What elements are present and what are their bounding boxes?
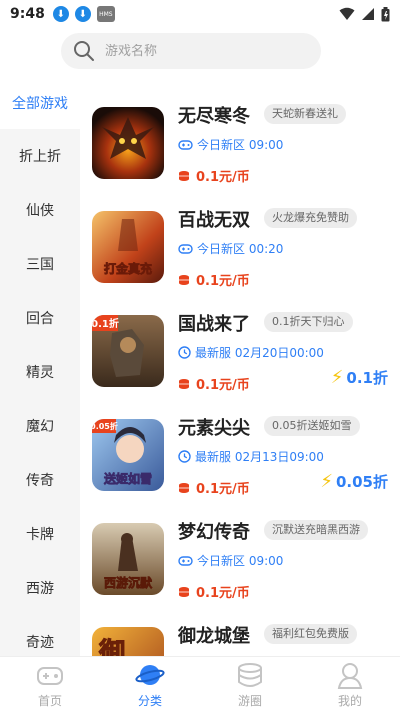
- search-input[interactable]: [105, 43, 295, 59]
- game-price: 0.1元/币: [178, 374, 250, 393]
- discount-label: ⚡ 0.1折: [330, 367, 388, 388]
- clock-icon: [178, 450, 191, 463]
- game-name: 御龙城堡: [178, 626, 250, 647]
- sidebar-item-spirit[interactable]: 精灵: [0, 345, 80, 399]
- game-thumbnail: 御: [92, 627, 164, 656]
- game-item[interactable]: 御 御龙城堡 福利红包免费版: [80, 612, 400, 656]
- search-bar[interactable]: [61, 33, 321, 69]
- game-item[interactable]: 无尽寒冬 天蛇新春送礼 今日新区 09:00 0.1元/币: [80, 92, 400, 196]
- planet-icon: [135, 664, 165, 685]
- thumb-corner: 0.05折: [92, 421, 118, 431]
- game-tag: 0.05折送姬如雪: [264, 416, 360, 436]
- game-price: 0.1元/币: [178, 166, 250, 185]
- download-icon: ⬇: [74, 6, 91, 22]
- game-name: 元素尖尖: [178, 418, 250, 439]
- hms-badge: HMS: [96, 6, 115, 22]
- game-server-info: 今日新区 09:00: [178, 552, 283, 569]
- thumb-text: 御: [98, 637, 125, 656]
- status-time: 9:48: [10, 6, 45, 22]
- thumb-text: 西游沉默: [104, 575, 153, 590]
- sidebar-item-discount[interactable]: 折上折: [0, 129, 80, 183]
- game-price: 0.1元/币: [178, 582, 250, 601]
- lightning-icon: ⚡: [320, 471, 333, 492]
- gamepad-icon: [37, 666, 63, 685]
- game-name: 国战来了: [178, 314, 250, 335]
- lightning-icon: ⚡: [330, 367, 344, 388]
- game-thumbnail: 0.05折 送姬如雪: [92, 419, 164, 491]
- sidebar-item-card[interactable]: 卡牌: [0, 507, 80, 561]
- download-icon: ⬇: [52, 6, 69, 22]
- discount-label: ⚡ 0.05折: [320, 471, 388, 492]
- game-server-info: 最新服 02月20日00:00: [178, 344, 324, 361]
- game-price: 0.1元/币: [178, 270, 250, 289]
- wifi-icon: [339, 7, 355, 20]
- user-icon: [337, 662, 363, 689]
- sidebar-item-all[interactable]: 全部游戏: [0, 76, 80, 129]
- game-name: 无尽寒冬: [178, 106, 250, 127]
- category-sidebar: 全部游戏 折上折 仙侠 三国 回合 精灵 魔幻 传奇 卡牌 西游 奇迹: [0, 76, 80, 656]
- battery-icon: [381, 6, 390, 21]
- game-thumbnail: 打金真充: [92, 211, 164, 283]
- thumb-text: 0.1折: [92, 317, 119, 330]
- game-tag: 0.1折天下归心: [264, 312, 353, 332]
- tab-circle[interactable]: 游圈: [200, 657, 300, 711]
- gamepad-icon: [178, 555, 193, 566]
- coin-stack-icon: [179, 274, 189, 285]
- game-thumbnail: 西游沉默: [92, 523, 164, 595]
- game-tag: 天蛇新春送礼: [264, 104, 346, 124]
- game-thumbnail: 0.1折: [92, 315, 164, 387]
- sidebar-item-legend[interactable]: 传奇: [0, 453, 80, 507]
- search-icon: [74, 41, 94, 61]
- game-server-info: 今日新区 09:00: [178, 136, 283, 153]
- stack-icon: [238, 662, 262, 687]
- game-name: 百战无双: [178, 210, 250, 231]
- bottom-tab-bar: 首页 分类 游圈 我的: [0, 656, 400, 711]
- game-item[interactable]: 0.1折 国战来了 0.1折天下归心 最新服 02月20日00:00 0.1元/…: [80, 300, 400, 404]
- status-bar: 9:48 ⬇ ⬇ HMS: [0, 0, 400, 28]
- game-item[interactable]: 0.05折 送姬如雪 元素尖尖 0.05折送姬如雪 最新服 02月13日09:0…: [80, 404, 400, 508]
- coin-stack-icon: [179, 586, 189, 597]
- clock-icon: [178, 346, 191, 359]
- gamepad-icon: [178, 139, 193, 150]
- game-name: 梦幻传奇: [178, 522, 250, 543]
- game-list: 无尽寒冬 天蛇新春送礼 今日新区 09:00 0.1元/币 打金真充 百战无双 …: [80, 92, 400, 656]
- game-server-info: 最新服 02月13日09:00: [178, 448, 324, 465]
- tab-category[interactable]: 分类: [100, 657, 200, 711]
- game-tag: 福利红包免费版: [264, 624, 357, 644]
- coin-stack-icon: [179, 378, 189, 389]
- sidebar-item-sanguo[interactable]: 三国: [0, 237, 80, 291]
- game-server-info: 今日新区 00:20: [178, 240, 283, 257]
- sidebar-item-miracle[interactable]: 奇迹: [0, 615, 80, 656]
- coin-stack-icon: [179, 482, 189, 493]
- game-item[interactable]: 西游沉默 梦幻传奇 沉默送充暗黑西游 今日新区 09:00 0.1元/币: [80, 508, 400, 612]
- game-item[interactable]: 打金真充 百战无双 火龙爆充免赞助 今日新区 00:20 0.1元/币: [80, 196, 400, 300]
- game-tag: 火龙爆充免赞助: [264, 208, 357, 228]
- coin-stack-icon: [179, 170, 189, 181]
- tab-mine[interactable]: 我的: [300, 657, 400, 711]
- sidebar-item-journey-west[interactable]: 西游: [0, 561, 80, 615]
- sidebar-item-xianxia[interactable]: 仙侠: [0, 183, 80, 237]
- sidebar-item-fantasy[interactable]: 魔幻: [0, 399, 80, 453]
- game-tag: 沉默送充暗黑西游: [264, 520, 368, 540]
- signal-icon: [362, 8, 374, 20]
- thumb-text: 打金真充: [104, 261, 152, 276]
- tab-home[interactable]: 首页: [0, 657, 100, 711]
- game-price: 0.1元/币: [178, 478, 250, 497]
- game-thumbnail: [92, 107, 164, 179]
- gamepad-icon: [178, 243, 193, 254]
- thumb-text: 送姬如雪: [103, 471, 152, 486]
- sidebar-item-turn-based[interactable]: 回合: [0, 291, 80, 345]
